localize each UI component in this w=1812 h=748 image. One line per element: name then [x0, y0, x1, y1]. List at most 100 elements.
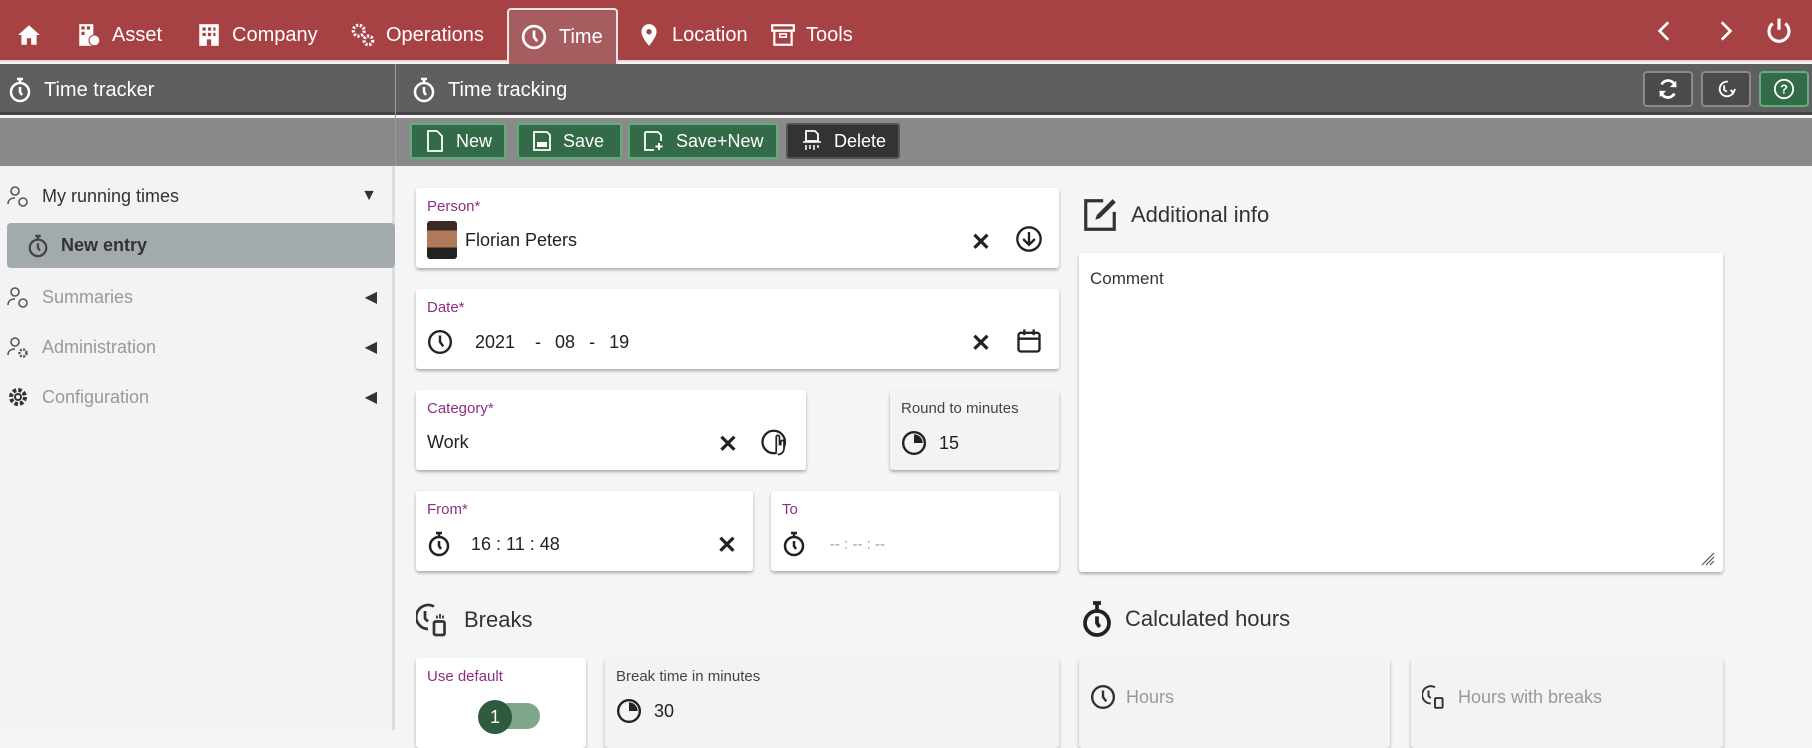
nav-company-label: Company [232, 23, 318, 46]
person-field[interactable]: Person* Florian Peters ✕ [416, 188, 1059, 268]
person-value: Florian Peters [465, 229, 578, 250]
nav-company[interactable]: Company [196, 20, 318, 50]
from-value: 16 : 11 : 48 [471, 533, 560, 554]
nav-time-tab[interactable]: Time [507, 8, 618, 64]
to-value: -- : -- : -- [830, 535, 885, 553]
from-time-field[interactable]: From* 16 : 11 : 48 ✕ [416, 491, 753, 571]
sidebar-item-configuration[interactable]: Configuration ◀ [6, 377, 391, 417]
person-select-button[interactable] [1015, 225, 1043, 253]
clear-from-button[interactable]: ✕ [717, 531, 737, 560]
nav-tools[interactable]: Tools [770, 20, 853, 50]
chevron-right-icon [1720, 21, 1733, 41]
hours-field: Hours [1079, 658, 1390, 748]
history-button[interactable] [1701, 71, 1751, 107]
date-year[interactable]: 2021 [475, 332, 515, 353]
nav-time-label: Time [559, 25, 603, 48]
clear-person-button[interactable]: ✕ [971, 228, 991, 257]
coffee-clock-icon [1422, 685, 1444, 709]
delete-button[interactable]: Delete [786, 123, 900, 159]
gear-icon [9, 388, 27, 406]
arrow-down-circle-icon [1016, 226, 1042, 252]
user-clock-icon [7, 186, 28, 207]
stopwatch-icon [428, 531, 450, 557]
chevron-left-icon [1657, 21, 1670, 41]
breaks-heading: Breaks [416, 602, 532, 638]
nav-asset-label: Asset [112, 23, 163, 46]
clock-icon [521, 24, 547, 50]
close-icon: ✕ [716, 532, 737, 559]
break-value: 30 [654, 700, 675, 721]
date-month[interactable]: 08 [555, 332, 575, 353]
additional-info-heading: Additional info [1081, 196, 1269, 234]
use-default-toggle[interactable]: 1 [478, 700, 540, 734]
divider [395, 64, 396, 166]
clock-icon [1090, 684, 1116, 710]
category-select-button[interactable] [760, 427, 790, 457]
use-default-field: Use default 1 [416, 658, 586, 748]
toolbar [0, 118, 1812, 166]
hours-with-breaks-field: Hours with breaks [1411, 658, 1723, 748]
stopwatch-icon [9, 77, 31, 103]
nav-tools-label: Tools [806, 23, 853, 46]
sidebar-item-administration[interactable]: Administration ◀ [6, 327, 391, 367]
floppy-icon [533, 131, 551, 151]
stopwatch-icon [413, 77, 435, 103]
save-button[interactable]: Save [517, 123, 622, 159]
home-icon [18, 25, 40, 45]
svg-text:?: ? [1780, 82, 1788, 97]
nav-operations[interactable]: Operations [350, 20, 484, 50]
nav-location[interactable]: Location [636, 20, 748, 50]
refresh-icon [1659, 79, 1677, 99]
forward-button[interactable] [1712, 18, 1738, 49]
sidebar-item-summaries[interactable]: Summaries ◀ [6, 277, 391, 317]
clear-date-button[interactable]: ✕ [971, 329, 991, 358]
category-value: Work [427, 432, 469, 452]
caret-left-icon: ◀ [364, 289, 377, 306]
person-avatar [427, 221, 457, 259]
resize-handle-icon[interactable] [1699, 550, 1715, 566]
to-time-field[interactable]: To -- : -- : -- [771, 491, 1059, 571]
floppy-plus-icon [644, 131, 663, 151]
gears-icon [351, 23, 375, 47]
date-day[interactable]: 19 [609, 332, 629, 353]
edit-icon [1084, 199, 1116, 231]
power-icon [1767, 18, 1791, 43]
nav-operations-label: Operations [386, 23, 484, 46]
calculated-hours-heading: Calculated hours [1081, 600, 1290, 638]
logout-button[interactable] [1764, 16, 1794, 51]
clock-icon [427, 329, 453, 355]
sidebar-item-my-running-times[interactable]: My running times ▼ [6, 176, 391, 216]
close-icon: ✕ [970, 229, 991, 256]
save-new-button[interactable]: Save+New [628, 123, 778, 159]
round-value: 15 [939, 432, 960, 453]
round-to-minutes-field[interactable]: Round to minutes 15 [890, 390, 1059, 470]
category-field[interactable]: Category* Work ✕ [416, 390, 806, 470]
stopwatch-icon [783, 531, 805, 557]
header-bar [0, 64, 1812, 115]
pointer-select-icon [761, 429, 787, 456]
map-pin-icon [641, 24, 657, 46]
sidebar-title: Time tracker [8, 77, 154, 103]
user-clock-icon [7, 287, 28, 308]
pie-clock-icon [901, 430, 927, 456]
help-button[interactable]: ? [1759, 71, 1809, 107]
date-field[interactable]: Date* 2021 - 08 - 19 ✕ [416, 289, 1059, 369]
main-title: Time tracking [412, 77, 567, 103]
stopwatch-icon [28, 234, 48, 257]
caret-left-icon: ◀ [364, 389, 377, 406]
break-time-field[interactable]: Break time in minutes 30 [605, 658, 1059, 748]
history-icon [1718, 80, 1736, 98]
help-icon: ? [1773, 78, 1795, 100]
sidebar-item-new-entry[interactable]: New entry [7, 223, 395, 268]
home-button[interactable] [16, 20, 42, 50]
asset-icon [79, 24, 101, 47]
caret-left-icon: ◀ [364, 339, 377, 356]
nav-asset[interactable]: Asset [76, 20, 162, 50]
new-button[interactable]: New [410, 123, 506, 159]
refresh-button[interactable] [1643, 71, 1693, 107]
close-icon: ✕ [970, 330, 991, 357]
clear-category-button[interactable]: ✕ [718, 430, 738, 459]
back-button[interactable] [1652, 18, 1678, 49]
comment-textarea[interactable]: Comment [1079, 253, 1723, 572]
date-picker-button[interactable] [1015, 327, 1043, 355]
